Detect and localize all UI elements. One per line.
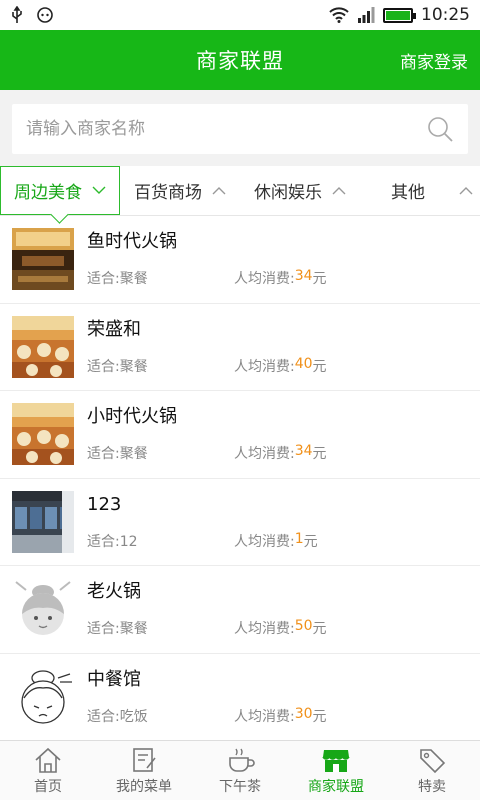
list-item[interactable]: 中餐馆 适合:吃饭 人均消费: 30 元 xyxy=(0,654,480,741)
restaurant-thumbnail xyxy=(12,403,74,465)
restaurant-thumbnail xyxy=(12,315,74,378)
search-input[interactable] xyxy=(26,119,386,139)
chevron-up-icon xyxy=(212,187,226,195)
tab-label: 休闲娱乐 xyxy=(254,183,322,203)
avg-value: 34 xyxy=(294,443,313,459)
tab-label: 其他 xyxy=(391,183,425,203)
avg-label: 人均消费: xyxy=(234,708,295,725)
avg-value: 34 xyxy=(294,268,313,284)
status-bar: 10:25 xyxy=(0,0,480,30)
avg-label: 人均消费: xyxy=(234,621,295,637)
page-title: 商家联盟 xyxy=(196,49,284,73)
merchant-name: 中餐馆 xyxy=(87,668,141,690)
avg-value: 40 xyxy=(294,355,313,372)
merchant-name: 小时代火锅 xyxy=(87,406,177,427)
merchant-list: 鱼时代火锅 适合:聚餐 人均消费: 34 元 荣盛和 适合:聚餐 人均消费: 40 元 … xyxy=(0,216,480,740)
avg-label: 人均消费: xyxy=(234,533,295,550)
storefront-thumbnail xyxy=(12,490,74,553)
avg-value: 1 xyxy=(294,530,304,547)
chevron-up-icon xyxy=(332,187,346,195)
tab-label: 周边美食 xyxy=(14,183,82,203)
suitable-for: 适合:聚餐 xyxy=(87,358,148,375)
placeholder-avatar-icon xyxy=(12,578,74,640)
avg-value: 50 xyxy=(294,618,313,634)
chevron-down-icon xyxy=(92,186,106,194)
placeholder-avatar-icon xyxy=(12,665,74,728)
price-tag-icon xyxy=(420,749,446,774)
suitable-for: 适合:聚餐 xyxy=(87,271,148,287)
avg-unit: 元 xyxy=(312,621,327,637)
merchant-name: 123 xyxy=(87,493,122,515)
nav-label: 特卖 xyxy=(418,779,446,795)
suitable-for: 适合:吃饭 xyxy=(87,708,148,725)
list-item[interactable]: 123 适合:12 人均消费: 1 元 xyxy=(0,479,480,566)
nav-label: 商家联盟 xyxy=(308,779,364,795)
suitable-for: 适合:12 xyxy=(87,533,138,550)
list-item[interactable]: 老火锅 适合:聚餐 人均消费: 50 元 xyxy=(0,566,480,654)
search-bar xyxy=(0,90,480,166)
list-item[interactable]: 荣盛和 适合:聚餐 人均消费: 40 元 xyxy=(0,304,480,391)
restaurant-thumbnail xyxy=(12,228,74,290)
tea-cup-icon xyxy=(229,748,255,772)
android-debug-icon xyxy=(37,7,53,23)
suitable-for: 适合:聚餐 xyxy=(87,446,148,462)
nav-label: 下午茶 xyxy=(219,779,261,795)
nav-label: 我的菜单 xyxy=(116,779,172,795)
menu-edit-icon xyxy=(133,748,156,772)
avg-unit: 元 xyxy=(312,708,327,725)
tab-other[interactable]: 其他 xyxy=(360,166,480,215)
tab-department-store[interactable]: 百货商场 xyxy=(120,166,240,215)
list-item[interactable]: 小时代火锅 适合:聚餐 人均消费: 34 元 xyxy=(0,391,480,479)
usb-icon xyxy=(12,6,22,23)
avg-unit: 元 xyxy=(312,271,327,287)
avg-unit: 元 xyxy=(312,358,327,375)
bottom-nav: 首页 我的菜单 下午茶 商家联盟 特卖 xyxy=(0,740,480,800)
nav-afternoon-tea[interactable]: 下午茶 xyxy=(192,741,288,800)
app-header: 商家联盟 商家登录 xyxy=(0,30,480,90)
avg-label: 人均消费: xyxy=(234,358,295,375)
merchant-name: 老火锅 xyxy=(87,581,141,602)
category-tabs: 周边美食 百货商场 休闲娱乐 其他 xyxy=(0,166,480,216)
nav-home[interactable]: 首页 xyxy=(0,741,96,800)
avg-unit: 元 xyxy=(303,533,318,550)
nav-my-menu[interactable]: 我的菜单 xyxy=(96,741,192,800)
search-icon[interactable] xyxy=(426,115,454,143)
nav-special-sale[interactable]: 特卖 xyxy=(384,741,480,800)
signal-icon xyxy=(358,7,375,23)
avg-label: 人均消费: xyxy=(234,446,295,462)
store-icon xyxy=(322,750,350,772)
avg-label: 人均消费: xyxy=(234,271,295,287)
avg-value: 30 xyxy=(294,705,313,722)
home-icon xyxy=(35,747,61,773)
nav-merchant-alliance[interactable]: 商家联盟 xyxy=(288,741,384,800)
battery-icon xyxy=(383,7,416,23)
avg-unit: 元 xyxy=(312,446,327,462)
chevron-up-icon xyxy=(459,187,473,195)
search-box[interactable] xyxy=(12,104,468,154)
suitable-for: 适合:聚餐 xyxy=(87,621,148,637)
merchant-name: 鱼时代火锅 xyxy=(87,231,177,252)
list-item[interactable]: 鱼时代火锅 适合:聚餐 人均消费: 34 元 xyxy=(0,216,480,304)
tab-label: 百货商场 xyxy=(134,183,202,203)
tab-nearby-food[interactable]: 周边美食 xyxy=(0,166,120,215)
merchant-name: 荣盛和 xyxy=(87,318,141,340)
wifi-icon xyxy=(329,7,349,23)
tab-leisure[interactable]: 休闲娱乐 xyxy=(240,166,360,215)
clock: 10:25 xyxy=(421,5,470,25)
merchant-login-button[interactable]: 商家登录 xyxy=(400,48,468,73)
nav-label: 首页 xyxy=(34,779,62,795)
